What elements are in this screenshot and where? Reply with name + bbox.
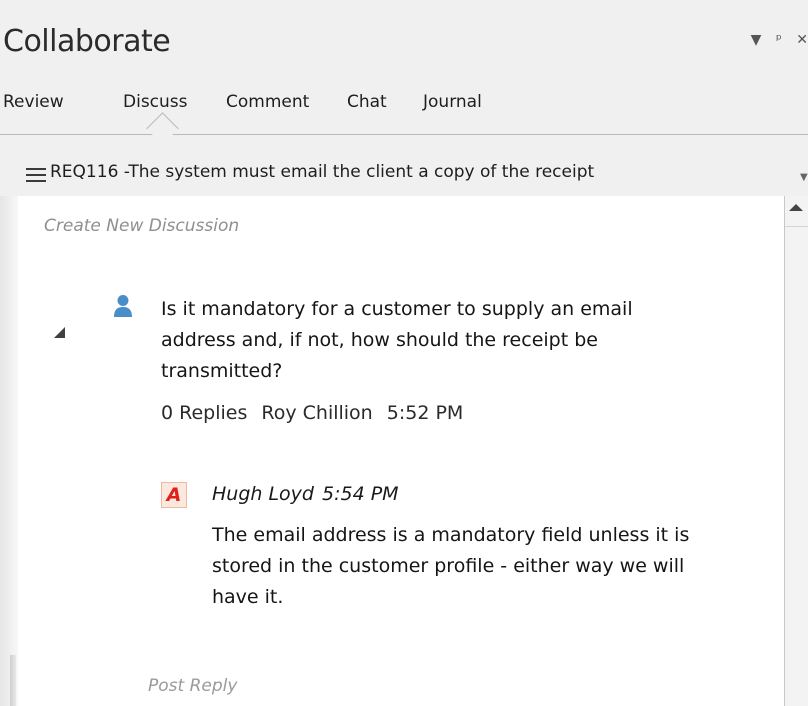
create-new-discussion-input[interactable]: Create New Discussion [44, 216, 239, 236]
collapse-triangle-icon[interactable] [54, 327, 65, 338]
tab-discuss[interactable]: Discuss [123, 92, 188, 112]
replies-count[interactable]: 0 Replies [161, 402, 247, 424]
tab-chat[interactable]: Chat [347, 92, 387, 112]
reply-author: Hugh Loyd [212, 483, 314, 505]
left-margin [0, 196, 18, 706]
discussion-question-text: Is it mandatory for a customer to supply… [161, 298, 633, 382]
scroll-up-arrow-icon[interactable] [789, 204, 803, 211]
user-icon [114, 295, 132, 317]
question-author: Roy Chillion [261, 402, 373, 424]
tab-bar: Review Discuss Comment Chat Journal [0, 84, 808, 135]
tab-journal[interactable]: Journal [423, 92, 482, 112]
menu-icon[interactable] [26, 168, 46, 182]
tab-review[interactable]: Review [3, 92, 64, 112]
reply-header: Hugh Loyd 5:54 PM [212, 483, 399, 505]
close-icon[interactable]: ✕ [796, 32, 808, 48]
discussion-meta: 0 Replies Roy Chillion 5:52 PM [161, 402, 477, 424]
requirement-title: REQ116 -The system must email the client… [50, 162, 595, 182]
pin-icon[interactable]: ᵖ [776, 32, 782, 48]
question-time: 5:52 PM [386, 402, 464, 424]
vertical-scrollbar[interactable] [784, 196, 808, 706]
dropdown-arrow-icon[interactable]: ▼ [751, 32, 762, 48]
scrollbar-divider [785, 226, 808, 227]
reply-time: 5:54 PM [322, 483, 399, 505]
chevron-down-icon[interactable]: ▼ [800, 172, 808, 183]
tab-comment[interactable]: Comment [226, 92, 309, 112]
panel-title: Collaborate [3, 24, 171, 59]
post-reply-input[interactable]: Post Reply [148, 676, 237, 696]
titlebar-controls: ▼ ᵖ ✕ [741, 32, 808, 48]
discussion-pane [18, 196, 784, 706]
reply-author-avatar: A [161, 482, 187, 508]
left-margin-marker [10, 655, 16, 706]
reply-text: The email address is a mandatory field u… [212, 524, 690, 608]
